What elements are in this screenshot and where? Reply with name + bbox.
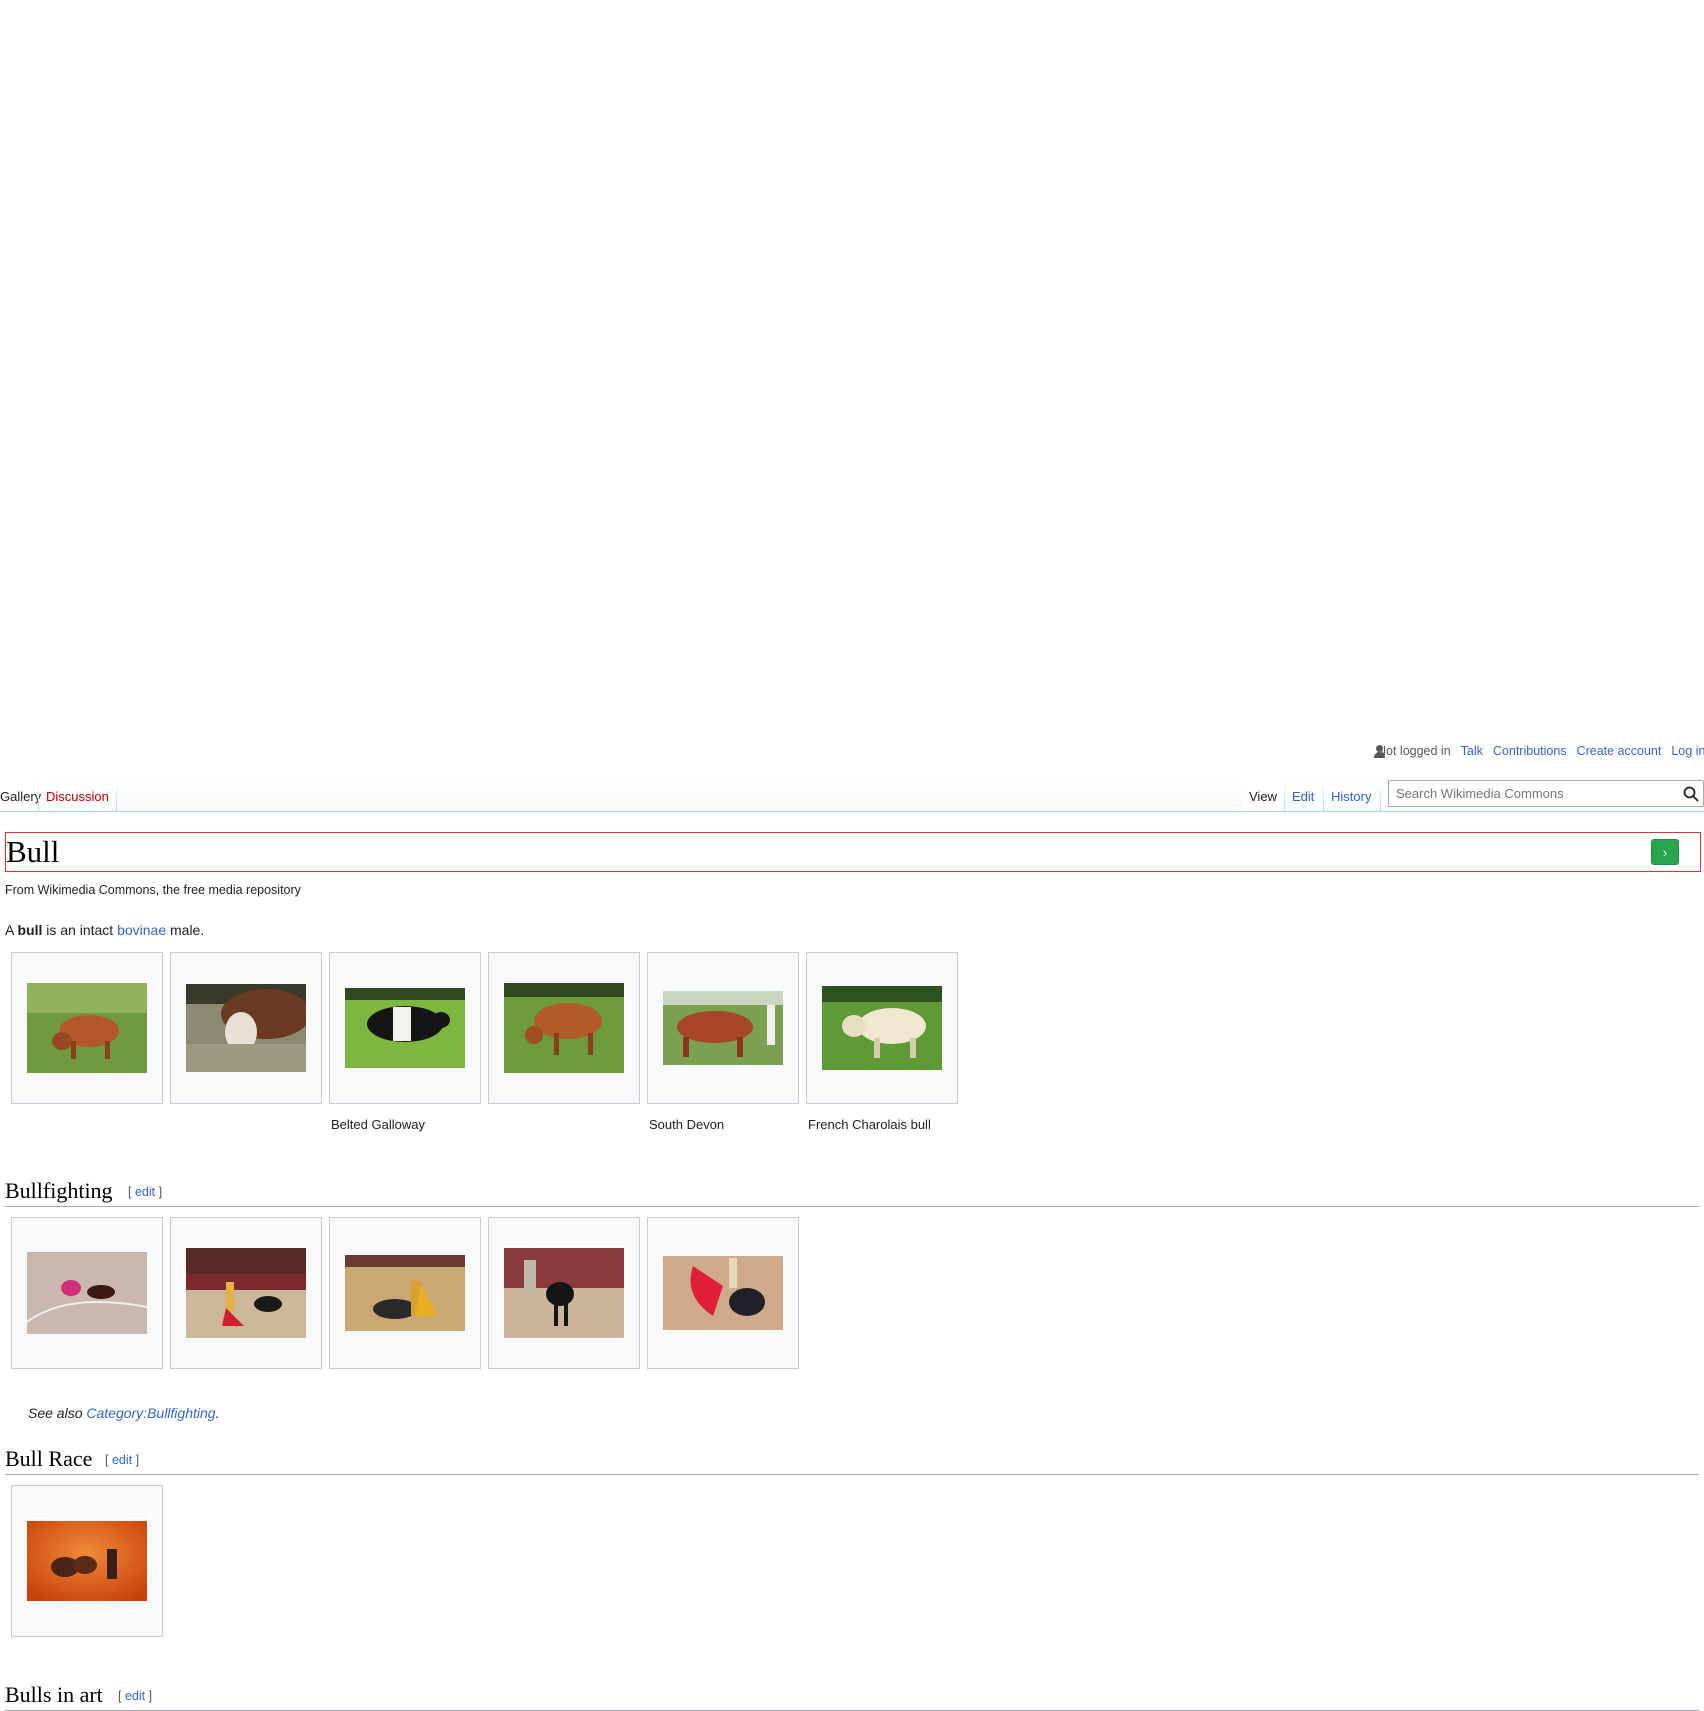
not-logged-in-label: Not logged in: [1377, 744, 1451, 758]
see-also-suffix: .: [215, 1405, 220, 1421]
tab-edit[interactable]: Edit: [1284, 777, 1322, 811]
section-title: Bull Race: [5, 1446, 93, 1471]
personal-tools: Not logged in Talk Contributions Create …: [1373, 741, 1704, 761]
bullfight-photo-image[interactable]: [345, 1255, 465, 1331]
gallery-item: French Charolais bull: [806, 952, 958, 1137]
bullfight-photo-image[interactable]: [27, 1252, 147, 1334]
page-title: Bull: [6, 834, 60, 869]
search-icon[interactable]: [1683, 786, 1699, 802]
intro-end: male.: [166, 922, 205, 938]
belted-galloway-image[interactable]: [345, 988, 465, 1068]
gallery-item: Belted Galloway: [329, 952, 481, 1137]
create-account-link[interactable]: Create account: [1577, 744, 1662, 758]
hereford-photo-image[interactable]: [186, 984, 306, 1072]
bullfight-photo-image[interactable]: [186, 1248, 306, 1338]
bullfight-photo-image[interactable]: [504, 1248, 624, 1338]
gallery-item: [11, 1485, 163, 1637]
french-charolais-image[interactable]: [822, 986, 942, 1070]
gallery-item: [647, 1217, 799, 1369]
section-title: Bullfighting: [5, 1178, 113, 1203]
gallery-caption: [170, 1104, 322, 1137]
page-heading-box: Bull ›: [5, 832, 1701, 872]
thumbnail-frame: [329, 952, 481, 1104]
gallery-caption: Belted Galloway: [331, 1117, 425, 1132]
gallery-caption: [11, 1104, 163, 1137]
thumbnail-frame: [488, 952, 640, 1104]
thumbnail-frame: [170, 952, 322, 1104]
tab-discussion[interactable]: Discussion: [38, 777, 117, 811]
south-devon-image[interactable]: [663, 991, 783, 1065]
see-also-note: See also Category:Bullfighting.: [28, 1405, 219, 1421]
main-gallery: Belted Galloway South Devon French Charo…: [11, 952, 958, 1137]
edit-link[interactable]: edit: [112, 1453, 132, 1467]
section-heading-bulls-in-art: Bulls in art [ edit ]: [5, 1680, 1699, 1711]
go-button[interactable]: ›: [1651, 839, 1679, 865]
section-heading-bullfighting: Bullfighting [ edit ]: [5, 1176, 1699, 1207]
bull-race-gallery: [11, 1485, 163, 1637]
gallery-caption: French Charolais bull: [808, 1117, 931, 1132]
contributions-link[interactable]: Contributions: [1493, 744, 1567, 758]
thumbnail-frame: [329, 1217, 481, 1369]
thumbnail-frame: [488, 1217, 640, 1369]
gallery-item: South Devon: [647, 952, 799, 1137]
bull-photo-image[interactable]: [27, 983, 147, 1073]
gallery-item: [11, 1217, 163, 1369]
gallery-item: [170, 952, 322, 1137]
gallery-item: [11, 952, 163, 1137]
section-title: Bulls in art: [5, 1682, 103, 1707]
edit-section-link: [ edit ]: [128, 1185, 163, 1199]
tab-separator: [116, 779, 117, 812]
intro-bold-term: bull: [17, 922, 43, 938]
section-heading-bull-race: Bull Race [ edit ]: [5, 1444, 1699, 1475]
thumbnail-frame: [806, 952, 958, 1104]
intro-a: A: [5, 922, 18, 938]
bullfight-photo-image[interactable]: [663, 1256, 783, 1330]
edit-section-link: [ edit ]: [105, 1453, 140, 1467]
tab-view[interactable]: View: [1241, 777, 1285, 813]
search-box: [1388, 780, 1704, 807]
thumbnail-frame: [11, 1217, 163, 1369]
search-input[interactable]: [1394, 785, 1668, 802]
gallery-caption: [488, 1104, 640, 1137]
see-also-prefix: See also: [28, 1405, 87, 1421]
talk-link[interactable]: Talk: [1461, 744, 1483, 758]
bovinae-link[interactable]: bovinae: [117, 922, 166, 938]
intro-mid: is an intact: [42, 922, 118, 938]
tab-bar-underline: [0, 811, 1704, 812]
grazing-bull-image[interactable]: [504, 983, 624, 1073]
site-subtitle: From Wikimedia Commons, the free media r…: [5, 883, 301, 897]
edit-link[interactable]: edit: [135, 1185, 155, 1199]
tab-separator: [1380, 779, 1381, 812]
tab-history[interactable]: History: [1323, 777, 1379, 811]
gallery-item: [488, 952, 640, 1137]
bullfighting-gallery: [11, 1217, 799, 1369]
edit-section-link: [ edit ]: [118, 1689, 153, 1703]
intro-text: A bull is an intact bovinae male.: [5, 922, 204, 938]
gallery-caption: South Devon: [649, 1117, 725, 1132]
thumbnail-frame: [11, 952, 163, 1104]
log-in-link[interactable]: Log in: [1671, 744, 1704, 758]
thumbnail-frame: [647, 952, 799, 1104]
gallery-item: [488, 1217, 640, 1369]
thumbnail-frame: [647, 1217, 799, 1369]
thumbnail-frame: [170, 1217, 322, 1369]
gallery-item: [329, 1217, 481, 1369]
bull-race-photo-image[interactable]: [27, 1521, 147, 1601]
thumbnail-frame: [11, 1485, 163, 1637]
edit-link[interactable]: edit: [125, 1689, 145, 1703]
gallery-item: [170, 1217, 322, 1369]
category-bullfighting-link[interactable]: Category:Bullfighting: [86, 1405, 215, 1421]
